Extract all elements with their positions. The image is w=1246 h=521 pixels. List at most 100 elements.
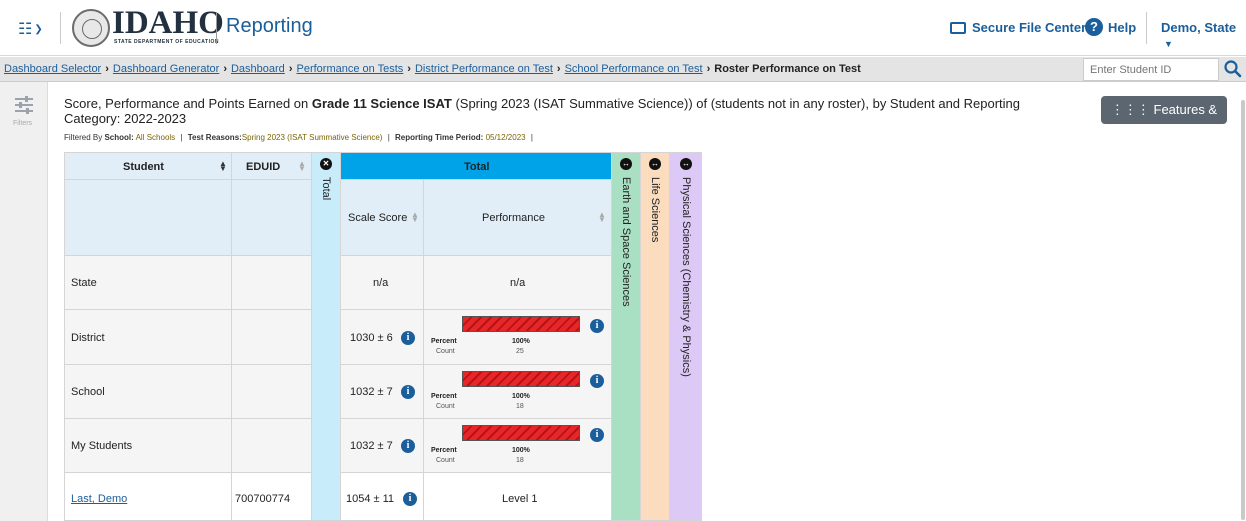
info-icon[interactable]: i — [590, 319, 604, 333]
info-icon[interactable]: i — [590, 428, 604, 442]
folder-lock-icon — [950, 21, 966, 34]
column-header-scale-score-label: Scale Score — [348, 212, 408, 224]
scale-score-cell: 1030 ± 6 i — [341, 310, 424, 365]
expand-icon[interactable]: ↔ — [620, 158, 632, 170]
breadcrumb-separator: › — [556, 63, 561, 75]
student-name-link[interactable]: Last, Demo — [71, 493, 127, 505]
scale-score-value: n/a — [373, 277, 389, 289]
help-link[interactable]: ? Help — [1085, 18, 1136, 36]
student-name: My Students — [71, 440, 133, 452]
earth-space-collapsed-column: ↔ Earth and Space Sciences — [612, 152, 641, 521]
filter-separator: | — [387, 133, 390, 142]
user-menu[interactable]: Demo, State ▼ — [1161, 20, 1246, 50]
table-row: State — [64, 256, 232, 310]
breadcrumb-current: Roster Performance on Test — [714, 63, 861, 75]
performance-bar[interactable] — [462, 371, 580, 387]
features-button-label: Features & Tools — [1148, 102, 1218, 145]
eduid-cell — [232, 419, 312, 473]
school-filter-value: All Schools — [135, 133, 176, 142]
total-group-label: Total — [464, 161, 490, 173]
performance-cell: Level 1 — [424, 473, 612, 521]
close-icon[interactable]: ✕ — [320, 158, 332, 170]
count-value: 25 — [516, 348, 524, 355]
reporting-period-label: Reporting Time Period: — [395, 133, 484, 142]
performance-bar[interactable] — [462, 316, 580, 332]
eduid-cell: 700700774 — [232, 473, 312, 521]
grid-icon: ☷ — [18, 21, 33, 38]
breadcrumb-dashboard[interactable]: Dashboard — [231, 63, 285, 75]
scale-score-cell: 1054 ± 11 i — [341, 473, 424, 521]
breadcrumb-dashboard-generator[interactable]: Dashboard Generator — [113, 63, 219, 75]
divider — [60, 12, 61, 44]
sort-icon[interactable]: ▲ ▼ — [411, 211, 419, 224]
column-header-performance[interactable]: Performance ▲ ▼ — [424, 180, 612, 256]
info-icon[interactable]: i — [590, 374, 604, 388]
count-value: 18 — [516, 457, 524, 464]
reporting-period-value: 05/12/2023 — [485, 133, 526, 142]
sliders-icon[interactable] — [14, 96, 34, 114]
performance-cell: i Percent Count 100% 18 — [424, 365, 612, 419]
app-menu-button[interactable]: ☷ ❯ — [18, 19, 52, 39]
table-row: My Students — [64, 419, 232, 473]
features-and-tools-button[interactable]: ⋮⋮⋮ Features & Tools — [1101, 96, 1227, 145]
life-sciences-column-label: Life Sciences — [649, 177, 661, 243]
table-row: School — [64, 365, 232, 419]
percent-label: Percent — [431, 393, 457, 400]
breadcrumb-separator: › — [223, 63, 227, 75]
top-header: ☷ ❯ IDAHO STATE DEPARTMENT OF EDUCATION R… — [0, 0, 1246, 56]
info-icon[interactable]: i — [401, 439, 415, 453]
count-value: 18 — [516, 403, 524, 410]
info-icon[interactable]: i — [401, 331, 415, 345]
secure-file-center-link[interactable]: Secure File Center — [950, 20, 1086, 35]
info-icon[interactable]: i — [403, 492, 417, 506]
secure-file-label: Secure File Center — [972, 20, 1087, 35]
sort-icon[interactable]: ▲ ▼ — [219, 160, 227, 173]
breadcrumb-bar: Dashboard Selector › Dashboard Generator › D… — [0, 57, 1246, 82]
scale-score-cell: n/a — [341, 256, 424, 310]
total-group-header: Total — [341, 152, 612, 180]
breadcrumb-district-performance[interactable]: District Performance on Test — [415, 63, 553, 75]
header-spacer — [232, 180, 312, 256]
life-sciences-collapsed-column: ↔ Life Sciences — [641, 152, 670, 521]
sort-icon[interactable]: ▲ ▼ — [598, 211, 606, 224]
filters-sidebar[interactable]: Filters — [0, 82, 48, 521]
column-header-scale-score[interactable]: Scale Score ▲ ▼ — [341, 180, 424, 256]
column-header-eduid[interactable]: EDUID ▲ ▼ — [232, 152, 312, 180]
column-header-student[interactable]: Student ▲ ▼ — [64, 152, 232, 180]
page-scrollbar[interactable] — [1241, 100, 1245, 520]
filter-summary: Filtered By School: All Schools | Test R… — [64, 133, 533, 142]
expand-icon[interactable]: ↔ — [680, 158, 692, 170]
student-name: District — [71, 332, 105, 344]
report-title-prefix: Score, Performance and Points Earned on — [64, 96, 312, 111]
breadcrumb: Dashboard Selector › Dashboard Generator › D… — [4, 63, 861, 75]
expand-icon[interactable]: ↔ — [649, 158, 661, 170]
student-id-search-input[interactable] — [1083, 58, 1219, 81]
breadcrumb-performance-on-tests[interactable]: Performance on Tests — [296, 63, 403, 75]
search-icon[interactable] — [1223, 59, 1243, 79]
header-spacer — [64, 180, 232, 256]
breadcrumb-dashboard-selector[interactable]: Dashboard Selector — [4, 63, 101, 75]
grid-icon: ⋮⋮⋮ — [1110, 102, 1150, 117]
scale-score-cell: 1032 ± 7 i — [341, 419, 424, 473]
breadcrumb-school-performance[interactable]: School Performance on Test — [565, 63, 703, 75]
test-reasons-value: Spring 2023 (ISAT Summative Science) — [241, 133, 383, 142]
report-title: Score, Performance and Points Earned on … — [64, 96, 1074, 126]
breadcrumb-separator: › — [105, 63, 109, 75]
student-name: State — [71, 277, 97, 289]
help-label: Help — [1108, 19, 1137, 35]
percent-value: 100% — [512, 338, 530, 345]
info-icon[interactable]: i — [401, 385, 415, 399]
divider — [216, 12, 217, 44]
performance-cell: i Percent Count 100% 18 — [424, 419, 612, 473]
chevron-down-icon: ▼ — [1164, 39, 1173, 49]
eduid-cell — [232, 256, 312, 310]
sort-icon[interactable]: ▲ ▼ — [298, 160, 306, 173]
test-reasons-label: Test Reasons: — [187, 133, 242, 142]
scale-score-value: 1054 ± 11 — [346, 493, 395, 505]
question-icon: ? — [1085, 18, 1103, 36]
divider — [1146, 12, 1147, 44]
performance-bar[interactable] — [462, 425, 580, 441]
percent-value: 100% — [512, 447, 530, 454]
breadcrumb-separator: › — [706, 63, 711, 75]
report-title-test: Grade 11 Science ISAT — [311, 96, 452, 111]
